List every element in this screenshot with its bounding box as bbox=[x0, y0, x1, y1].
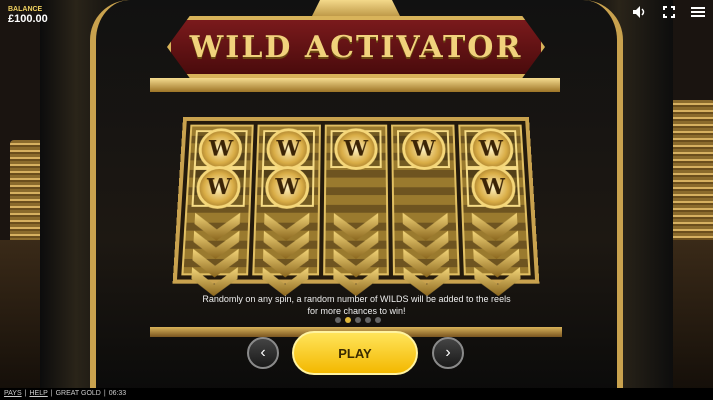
footer-separator: | bbox=[50, 390, 53, 397]
wild-symbol-icon: W bbox=[334, 128, 378, 170]
wild-symbol-frame: W bbox=[260, 166, 315, 209]
wild-symbol-icon: W bbox=[264, 166, 310, 209]
title-plate: WILD ACTIVATOR bbox=[167, 16, 545, 78]
feature-title: WILD ACTIVATOR bbox=[189, 29, 523, 65]
reel-5: WW bbox=[458, 124, 531, 276]
wild-symbol-icon: W bbox=[197, 128, 244, 170]
hamburger-menu-icon[interactable] bbox=[691, 6, 705, 21]
reel-4: W bbox=[391, 124, 460, 276]
balance-label: BALANCE bbox=[8, 6, 43, 13]
description-line-2: for more chances to win! bbox=[307, 306, 406, 316]
page-dot[interactable] bbox=[335, 317, 341, 323]
speaker-icon[interactable] bbox=[633, 6, 647, 21]
wild-symbol-icon: W bbox=[401, 128, 446, 170]
wild-symbol-icon: W bbox=[266, 128, 311, 170]
page-dot[interactable] bbox=[365, 317, 371, 323]
previous-page-button[interactable]: ‹ bbox=[247, 337, 279, 369]
reel-2: WW bbox=[252, 124, 321, 276]
footer-separator: | bbox=[24, 390, 27, 397]
top-rail bbox=[150, 78, 560, 92]
pays-link[interactable]: PAYS bbox=[4, 388, 22, 400]
wild-symbol-frame: W bbox=[466, 166, 521, 209]
balance-display: BALANCE £100.00 bbox=[8, 6, 48, 25]
wild-symbol-icon: W bbox=[468, 128, 514, 170]
reel-window: WWWWWWWW bbox=[172, 117, 540, 283]
description-line-1: Randomly on any spin, a random number of… bbox=[202, 294, 511, 304]
chevron-left-icon: ‹ bbox=[260, 344, 266, 361]
wild-symbol-frame: W bbox=[261, 128, 315, 170]
pagination-dots bbox=[335, 317, 381, 323]
footer-separator: | bbox=[103, 390, 106, 397]
play-button-label: PLAY bbox=[338, 345, 372, 361]
reel-1: WW bbox=[181, 124, 254, 276]
page-dot[interactable] bbox=[375, 317, 381, 323]
clock: 06:33 bbox=[108, 390, 127, 397]
top-controls bbox=[633, 6, 705, 21]
wild-symbol-frame: W bbox=[329, 128, 383, 170]
wild-symbol-frame: W bbox=[193, 128, 248, 170]
game-name: GREAT GOLD bbox=[55, 390, 101, 397]
wild-symbol-frame: W bbox=[191, 166, 246, 209]
reel-3: W bbox=[322, 124, 390, 276]
feature-description: Randomly on any spin, a random number of… bbox=[180, 293, 533, 317]
play-button[interactable]: PLAY bbox=[292, 331, 418, 375]
help-link[interactable]: HELP bbox=[29, 388, 47, 400]
chevron-right-icon: › bbox=[445, 344, 451, 361]
footer-bar: PAYS | HELP | GREAT GOLD | 06:33 bbox=[0, 388, 713, 400]
page-dot[interactable] bbox=[355, 317, 361, 323]
wild-symbol-icon: W bbox=[195, 166, 242, 209]
next-page-button[interactable]: › bbox=[432, 337, 464, 369]
wild-symbol-frame: W bbox=[464, 128, 519, 170]
balance-value: £100.00 bbox=[8, 13, 48, 25]
page-dot[interactable] bbox=[345, 317, 351, 323]
wild-symbol-icon: W bbox=[470, 166, 517, 209]
fullscreen-icon[interactable] bbox=[663, 6, 675, 21]
wild-symbol-frame: W bbox=[397, 128, 451, 170]
